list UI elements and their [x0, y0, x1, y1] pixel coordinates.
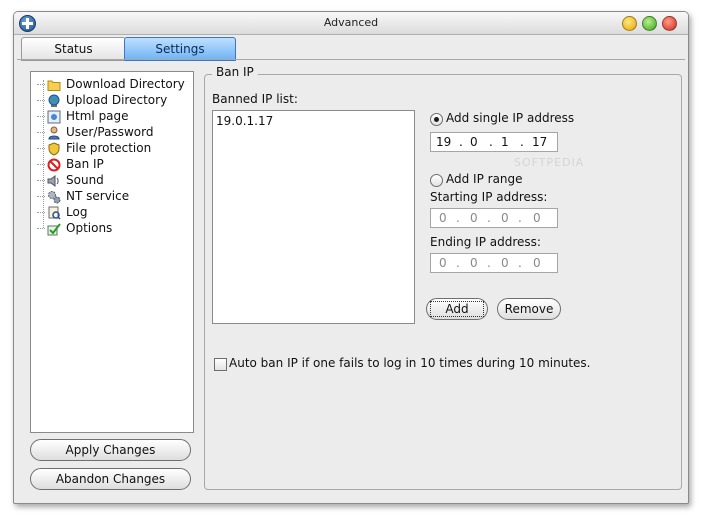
single-ip-field[interactable]: 19 . 0 . 1 . 17	[430, 132, 558, 152]
tree-item-file-protection[interactable]: File protection	[37, 140, 151, 156]
tree-item-label: Download Directory	[66, 77, 185, 91]
folder-icon	[47, 78, 61, 92]
tree-item-user-password[interactable]: User/Password	[37, 124, 153, 140]
ip-octet: 0	[501, 211, 509, 225]
auto-ban-checkbox[interactable]	[214, 358, 227, 371]
ip-octet: 1	[501, 135, 509, 149]
ip-dot: .	[489, 135, 493, 149]
tab-settings[interactable]: Settings	[124, 37, 236, 61]
ending-ip-label: Ending IP address:	[430, 235, 541, 249]
list-item[interactable]: 19.0.1.17	[216, 114, 273, 128]
tree-item-label: User/Password	[66, 125, 154, 139]
tree-item-download-directory[interactable]: Download Directory	[37, 76, 185, 92]
tree-item-html-page[interactable]: Html page	[37, 108, 129, 124]
watermark: SOFTPEDIA	[514, 156, 585, 169]
settings-tree[interactable]: Download Directory Upload Directory Html…	[30, 71, 194, 433]
tree-item-label: Ban IP	[66, 157, 104, 171]
ip-dot: .	[518, 256, 522, 270]
starting-ip-label: Starting IP address:	[430, 190, 548, 204]
ip-octet: 0	[439, 211, 447, 225]
checkmark-icon	[47, 222, 61, 236]
tree-item-label: Html page	[66, 109, 129, 123]
banned-ip-list-label: Banned IP list:	[212, 92, 298, 106]
add-button-label: Add	[430, 301, 484, 317]
add-button[interactable]: Add	[426, 298, 488, 320]
ban-ip-group-title: Ban IP	[212, 65, 258, 79]
tree-item-log[interactable]: Log	[37, 204, 87, 220]
tree-item-label: Log	[66, 205, 88, 219]
ip-octet: 0	[533, 211, 541, 225]
tree-item-ban-ip[interactable]: Ban IP	[37, 156, 104, 172]
tree-item-label: Options	[66, 221, 113, 235]
abandon-changes-button[interactable]: Abandon Changes	[30, 468, 191, 490]
ip-octet: 0	[470, 211, 478, 225]
ip-dot: .	[459, 135, 463, 149]
banned-ip-list[interactable]: 19.0.1.17	[212, 110, 415, 324]
add-ip-range-label[interactable]: Add IP range	[446, 172, 523, 186]
tree-item-label: NT service	[66, 189, 130, 203]
apply-changes-button[interactable]: Apply Changes	[30, 439, 191, 461]
add-single-ip-label[interactable]: Add single IP address	[446, 111, 574, 125]
tree-item-upload-directory[interactable]: Upload Directory	[37, 92, 167, 108]
gears-icon	[47, 190, 61, 204]
tree-item-label: Upload Directory	[66, 93, 168, 107]
shield-icon	[47, 141, 61, 156]
ip-octet: 0	[533, 256, 541, 270]
settings-panel: Download Directory Upload Directory Html…	[17, 59, 685, 500]
advanced-window: Advanced Status Settings Download Direct…	[13, 11, 689, 504]
ip-dot: .	[456, 256, 460, 270]
ip-octet: 19	[436, 135, 452, 149]
add-ip-range-radio[interactable]	[430, 174, 443, 187]
window-title: Advanced	[323, 16, 379, 29]
ban-icon	[47, 158, 61, 172]
tree-item-sound[interactable]: Sound	[37, 172, 104, 188]
tree-item-label: File protection	[66, 141, 152, 155]
minimize-button[interactable]	[622, 16, 637, 31]
html-page-icon	[47, 110, 61, 124]
user-icon	[47, 126, 61, 140]
globe-icon	[47, 94, 61, 108]
tree-item-label: Sound	[66, 173, 104, 187]
ip-dot: .	[487, 256, 491, 270]
log-icon	[47, 206, 61, 220]
tab-status[interactable]: Status	[21, 37, 126, 61]
ip-dot: .	[520, 135, 524, 149]
ip-dot: .	[487, 211, 491, 225]
ip-octet: 17	[532, 135, 548, 149]
title-bar: Advanced	[14, 12, 688, 35]
ip-dot: .	[518, 211, 522, 225]
ending-ip-field[interactable]: 0 . 0 . 0 . 0	[430, 253, 558, 273]
ip-octet: 0	[470, 256, 478, 270]
ip-octet: 0	[501, 256, 509, 270]
add-single-ip-radio[interactable]	[430, 113, 443, 126]
remove-button[interactable]: Remove	[497, 298, 561, 320]
close-button[interactable]	[662, 16, 677, 31]
maximize-button[interactable]	[642, 16, 657, 31]
tree-item-nt-service[interactable]: NT service	[37, 188, 129, 204]
speaker-icon	[47, 174, 61, 188]
tree-item-options[interactable]: Options	[37, 220, 112, 236]
starting-ip-field[interactable]: 0 . 0 . 0 . 0	[430, 208, 558, 228]
ip-octet: 0	[439, 256, 447, 270]
ip-dot: .	[456, 211, 460, 225]
auto-ban-label[interactable]: Auto ban IP if one fails to log in 10 ti…	[229, 356, 590, 370]
ip-octet: 0	[470, 135, 478, 149]
